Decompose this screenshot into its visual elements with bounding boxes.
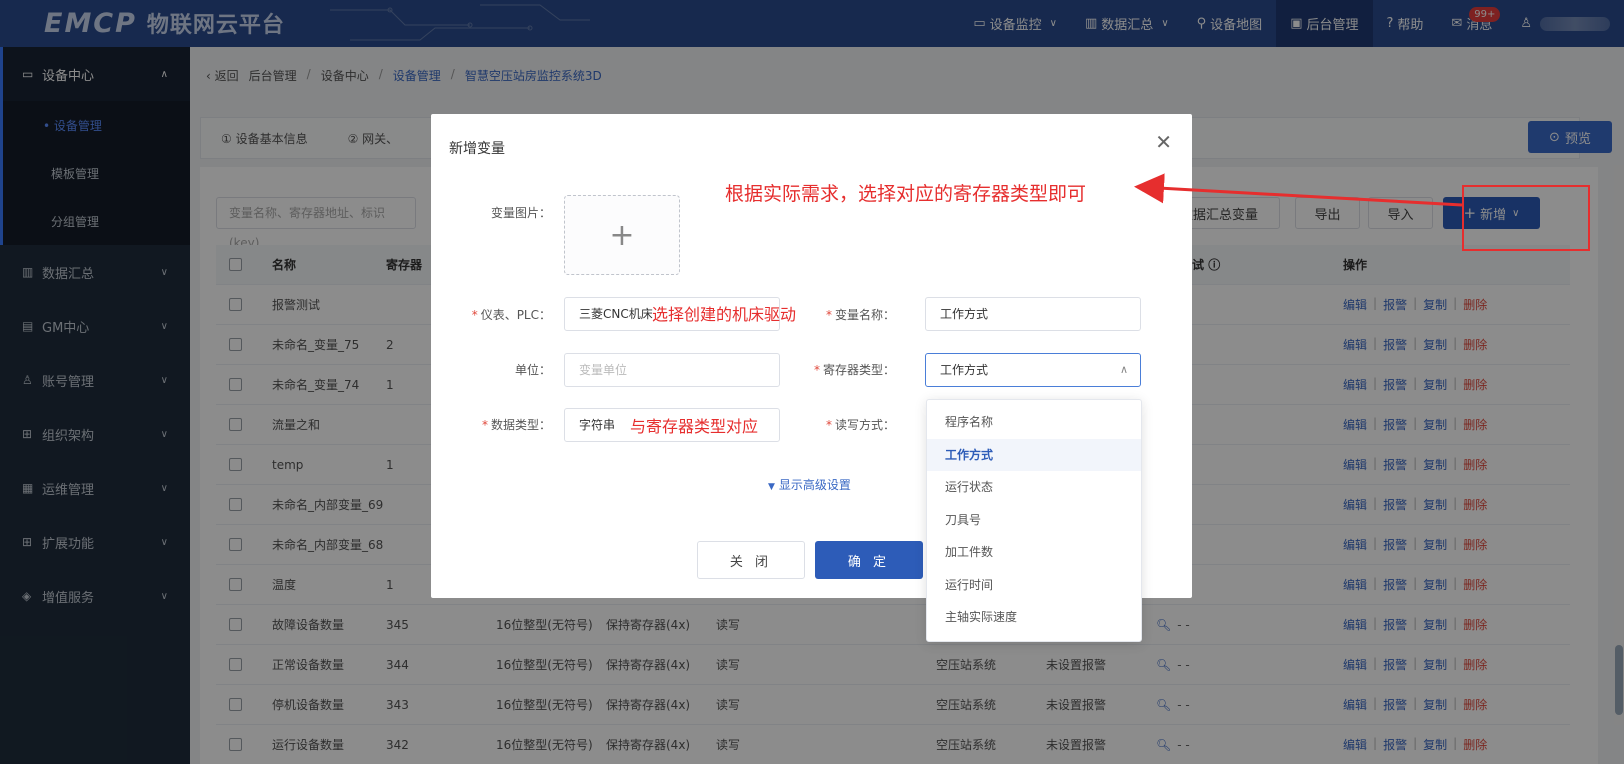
register-type-dropdown: 程序名称 工作方式 运行状态 刀具号 加工件数 运行时间 主轴实际速度 xyxy=(926,399,1142,642)
annotation-plc: 选择创建的机床驱动 xyxy=(652,305,797,324)
dropdown-option[interactable]: 主轴实际速度 xyxy=(927,601,1141,634)
register-type-label: * 寄存器类型： xyxy=(813,363,895,377)
chevron-up-icon: ∧ xyxy=(1119,363,1128,376)
image-label: 变量图片： xyxy=(490,206,551,220)
plus-icon: + xyxy=(609,217,635,253)
variable-name-input[interactable]: 工作方式 xyxy=(925,297,1141,331)
dropdown-option[interactable]: 运行状态 xyxy=(927,471,1141,504)
annotation-data-type: 与寄存器类型对应 xyxy=(630,417,759,436)
highlight-box xyxy=(1462,185,1590,251)
confirm-button[interactable]: 确 定 xyxy=(815,541,923,579)
register-type-select[interactable]: 工作方式 ∧ xyxy=(925,353,1141,387)
image-upload[interactable]: + xyxy=(564,195,680,275)
dropdown-option[interactable]: 刀具号 xyxy=(927,504,1141,537)
plc-label: * 仪表、PLC： xyxy=(471,308,551,322)
unit-input[interactable]: 变量单位 xyxy=(564,353,780,387)
advanced-label: 显示高级设置 xyxy=(778,478,851,492)
dropdown-option[interactable]: 程序名称 xyxy=(927,406,1141,439)
unit-label: 单位： xyxy=(514,363,551,377)
annotation-register-type: 根据实际需求，选择对应的寄存器类型即可 xyxy=(725,183,1087,205)
register-type-value: 工作方式 xyxy=(940,363,989,377)
close-icon[interactable]: ✕ xyxy=(1155,130,1172,154)
dropdown-option[interactable]: 加工件数 xyxy=(927,536,1141,569)
dialog-title: 新增变量 xyxy=(449,141,505,157)
advanced-settings-toggle[interactable]: ▼ 显示高级设置 xyxy=(768,476,851,493)
dropdown-option[interactable]: 工作方式 xyxy=(927,438,1141,471)
close-button[interactable]: 关 闭 xyxy=(697,541,805,579)
read-write-label: * 读写方式： xyxy=(825,418,895,432)
caret-down-icon: ▼ xyxy=(768,482,775,492)
dropdown-option[interactable]: 运行时间 xyxy=(927,569,1141,602)
data-type-label: * 数据类型： xyxy=(481,418,551,432)
